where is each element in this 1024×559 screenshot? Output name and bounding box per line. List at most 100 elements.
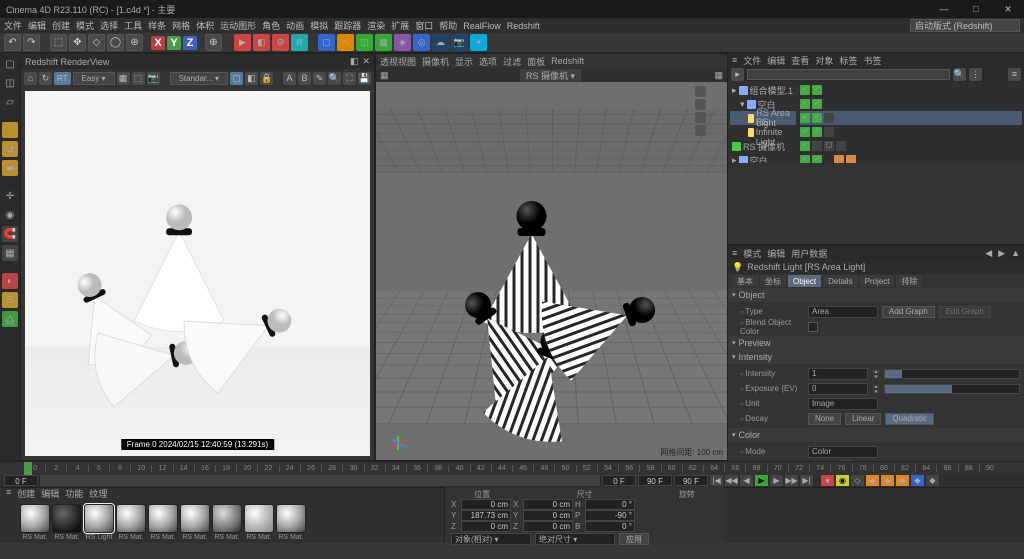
menu-item[interactable]: 网格 (172, 19, 190, 32)
rv-opt2-icon[interactable]: ◧ (245, 72, 258, 85)
material-item[interactable]: RS Mat. (244, 504, 274, 541)
camera-icon[interactable]: 📷 (451, 34, 468, 51)
material-preview[interactable] (180, 504, 210, 533)
record-button[interactable]: ● (821, 475, 834, 486)
menu-item[interactable]: 渲染 (367, 19, 385, 32)
material-item[interactable]: RS Mat. (52, 504, 82, 541)
deformer-icon[interactable]: ◈ (394, 34, 411, 51)
axis-button[interactable]: ✛ (2, 188, 18, 204)
workplane-snap-button[interactable]: ▦ (2, 245, 18, 261)
material-item[interactable]: RS Mat. (116, 504, 146, 541)
rv-a-icon[interactable]: A (283, 72, 296, 85)
coord-input[interactable]: 0 ° (585, 521, 635, 532)
om-menu-item[interactable]: 编辑 (767, 54, 785, 67)
vp-menu-item[interactable]: 过滤 (503, 55, 521, 68)
rv-fit-icon[interactable]: ⛶ (343, 72, 356, 85)
rv-rt-button[interactable]: RT (54, 72, 71, 85)
menu-item[interactable]: 文件 (4, 19, 22, 32)
menu-item[interactable]: 模拟 (310, 19, 328, 32)
subdiv-icon[interactable]: ▦ (375, 34, 392, 51)
menu-item[interactable]: 样条 (148, 19, 166, 32)
coord-input[interactable]: 0 cm (461, 499, 511, 510)
field-icon[interactable]: ◎ (413, 34, 430, 51)
axis-gizmo[interactable] (382, 424, 412, 454)
autokey-button[interactable]: ◉ (836, 475, 849, 486)
material-preview[interactable] (244, 504, 274, 533)
rv-zoom-icon[interactable]: 🔍 (328, 72, 341, 85)
om-search-icon[interactable]: 🔍 (953, 68, 966, 81)
om-menu-item[interactable]: 文件 (743, 54, 761, 67)
intensity-slider[interactable] (884, 369, 1020, 379)
material-preview[interactable] (116, 504, 146, 533)
attr-nav-fwd-icon[interactable]: ▶ (998, 248, 1005, 259)
om-menu-item[interactable]: 标签 (839, 54, 857, 67)
layout-dropdown[interactable]: 启动版式 (Redshift) (910, 19, 1020, 32)
menu-item[interactable]: 帮助 (439, 19, 457, 32)
rotate-tool[interactable]: ◯ (107, 34, 124, 51)
layer-icon[interactable]: ≡ (1008, 68, 1021, 81)
om-menu-item[interactable]: 查看 (791, 54, 809, 67)
play-button[interactable]: ▶ (755, 475, 768, 486)
unit-dropdown[interactable]: Image (808, 398, 878, 410)
symmetry-button[interactable]: ⧋ (2, 311, 18, 327)
tweak-button[interactable]: S (2, 292, 18, 308)
coord-input[interactable]: 0 ° (585, 499, 635, 510)
recent-tool[interactable]: ⊛ (126, 34, 143, 51)
soft-select-button[interactable]: ◐ (2, 273, 18, 289)
attr-nav-back-icon[interactable]: ◀ (985, 248, 992, 259)
prev-frame-button[interactable]: ◀ (740, 475, 753, 486)
decay-quadratic[interactable]: Quadratic (885, 413, 934, 425)
y-axis-lock[interactable]: Y (167, 36, 181, 50)
om-collapse-icon[interactable]: ▸ (731, 68, 744, 81)
material-item[interactable]: RS Mat. (20, 504, 50, 541)
vp-menu-item[interactable]: 显示 (455, 55, 473, 68)
timeline-range[interactable] (40, 475, 600, 486)
rv-b-icon[interactable]: B (298, 72, 311, 85)
size-mode-dropdown[interactable]: 绝对尺寸 ▾ (535, 533, 615, 545)
vp-menu-item[interactable]: 选项 (479, 55, 497, 68)
edges-mode-button[interactable]: ⊿ (2, 141, 18, 157)
viewport-canvas[interactable]: 网格间距: 100 cm (376, 82, 727, 460)
go-start-button[interactable]: |◀ (710, 475, 723, 486)
material-item[interactable]: RS Mat. (276, 504, 306, 541)
current-frame-input[interactable]: 0 F (602, 475, 636, 486)
add-graph-button[interactable]: Add Graph (882, 306, 935, 318)
blend-checkbox[interactable] (808, 322, 818, 332)
key-button[interactable]: ◇ (851, 475, 864, 486)
rv-pick-icon[interactable]: ✎ (313, 72, 326, 85)
apply-button[interactable]: 应用 (619, 533, 649, 545)
coord-input[interactable]: 0 cm (523, 499, 573, 510)
material-item[interactable]: RS Mat. (212, 504, 242, 541)
menu-item[interactable]: RealFlow (463, 21, 501, 31)
key-param-button[interactable]: ◆ (911, 475, 924, 486)
section-color[interactable]: Color (728, 428, 1024, 442)
next-frame-button[interactable]: ▶ (770, 475, 783, 486)
workplane-button[interactable]: ▱ (2, 94, 18, 110)
material-item[interactable]: RS Mat. (180, 504, 210, 541)
rv-aov-dropdown[interactable]: Standar... ▾ (170, 72, 228, 85)
render-button[interactable]: ▶ (234, 34, 251, 51)
light-icon[interactable]: ☀ (470, 34, 487, 51)
render-view-canvas[interactable]: Frame 0 2024/02/15 12:40:59 (13.291s) (25, 91, 370, 456)
om-search-input[interactable] (747, 69, 950, 80)
material-item[interactable]: RS Light (84, 504, 114, 541)
attr-menu-item[interactable]: 模式 (743, 247, 761, 260)
total-frame-input[interactable]: 90 F (674, 475, 708, 486)
timeline-ruler[interactable]: /* ticks rendered below by script*/ 0246… (0, 462, 1024, 475)
scale-tool[interactable]: ◇ (88, 34, 105, 51)
om-menu-item[interactable]: 对象 (815, 54, 833, 67)
attr-tab[interactable]: 坐标 (760, 275, 786, 287)
render-settings-button[interactable]: ⚙ (272, 34, 289, 51)
rv-snapshot-icon[interactable]: 📷 (147, 72, 160, 85)
select-tool[interactable]: ⬚ (50, 34, 67, 51)
attr-tab[interactable]: 排除 (896, 275, 922, 287)
vp-menu-item[interactable]: 面板 (527, 55, 545, 68)
undo-button[interactable]: ↶ (4, 34, 21, 51)
move-tool[interactable]: ✥ (69, 34, 86, 51)
coord-sys-button[interactable]: ⊕ (205, 34, 222, 51)
menu-item[interactable]: 工具 (124, 19, 142, 32)
color-picker-icon[interactable]: ✎ (840, 460, 853, 461)
material-preview[interactable] (52, 504, 82, 533)
quad-view-icon[interactable]: ▦ (380, 70, 389, 81)
panel-undock-icon[interactable]: ◧ (350, 56, 359, 67)
